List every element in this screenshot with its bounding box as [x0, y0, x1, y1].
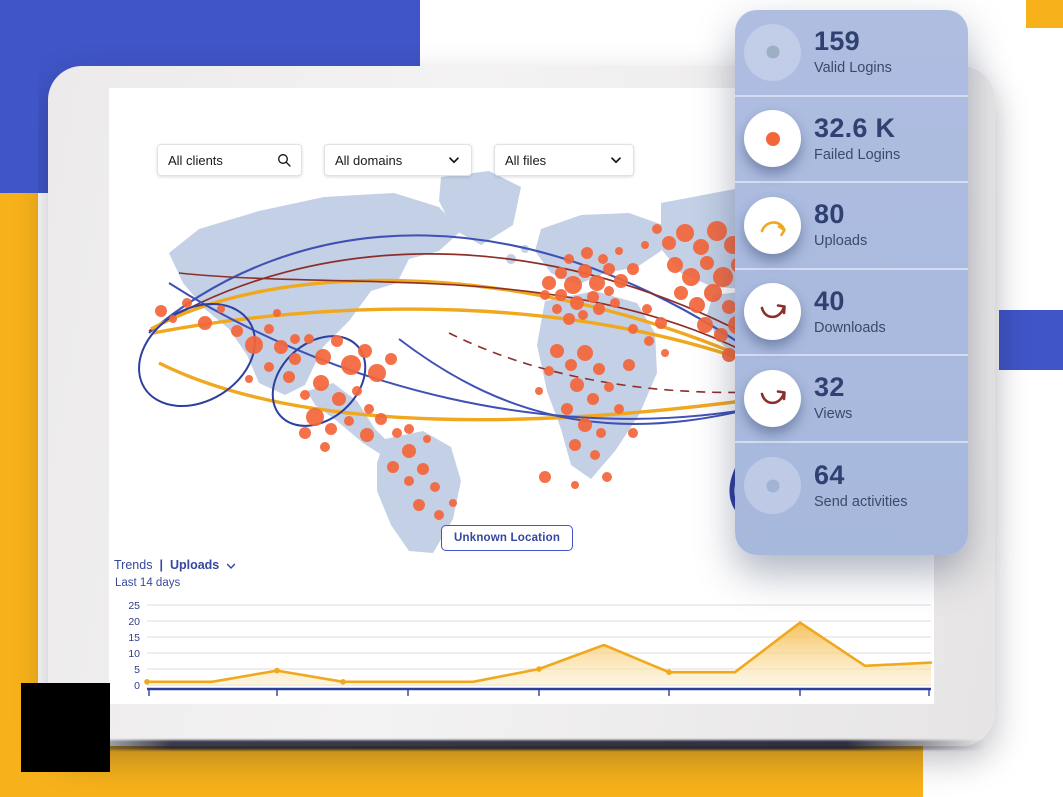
stat-value: 40 [814, 285, 845, 316]
file-filter-dropdown[interactable]: All files [494, 144, 634, 176]
client-filter-value: All clients [168, 152, 223, 168]
svg-text:5: 5 [134, 664, 140, 676]
stat-value: 64 [814, 459, 845, 490]
stat-value: 32.6 K [814, 112, 896, 143]
tablet-drop-shadow [60, 740, 985, 750]
stat-value: 80 [814, 199, 845, 230]
view-arrow-icon [744, 369, 801, 427]
file-filter-value: All files [505, 152, 547, 168]
domain-filter-value: All domains [335, 152, 403, 168]
decor-block-blue-right [999, 310, 1063, 370]
unknown-location-button[interactable]: Unknown Location [441, 525, 574, 551]
trends-date-range: Last 14 days [115, 577, 181, 589]
uploads-trend-chart: 25 20 15 10 5 0 [109, 600, 934, 704]
decor-block-black [21, 683, 110, 772]
stat-label: Send activities [814, 493, 908, 510]
chevron-down-icon[interactable] [447, 153, 461, 167]
svg-text:15: 15 [128, 632, 140, 644]
stat-row-failed-logins[interactable]: 32.6 K Failed Logins [735, 97, 968, 183]
dot-icon [744, 23, 801, 81]
chevron-down-icon[interactable] [609, 153, 623, 167]
decor-block-blue-left-strip [0, 0, 38, 193]
stat-label: Views [814, 406, 853, 423]
stat-label: Uploads [814, 233, 868, 250]
svg-text:10: 10 [128, 648, 140, 660]
stat-row-send-activities[interactable]: 64 Send activities [735, 443, 968, 530]
download-arrow-icon [744, 283, 801, 341]
upload-arrow-icon [744, 196, 801, 254]
svg-text:25: 25 [128, 600, 140, 612]
trends-title: Trends [114, 558, 153, 572]
dot-icon [744, 457, 801, 515]
stat-row-valid-logins[interactable]: 159 Valid Logins [735, 10, 968, 97]
chart-y-axis-labels: 25 20 15 10 5 0 [128, 600, 140, 692]
stat-label: Downloads [814, 319, 886, 336]
stat-row-uploads[interactable]: 80 Uploads [735, 183, 968, 270]
svg-text:20: 20 [128, 616, 140, 628]
svg-text:0: 0 [134, 680, 140, 692]
dot-icon [744, 110, 801, 168]
stat-value: 159 [814, 26, 860, 57]
decor-block-yellow-top-right [1026, 0, 1063, 28]
trends-metric-selector[interactable]: Uploads [170, 558, 219, 572]
domain-filter-dropdown[interactable]: All domains [324, 144, 472, 176]
search-icon[interactable] [277, 153, 291, 167]
trends-header: Trends | Uploads Last 14 days [114, 558, 236, 589]
activity-stats-panel: 159 Valid Logins 32.6 K Failed Logins 80… [735, 10, 968, 555]
client-filter-search[interactable]: All clients [157, 144, 302, 176]
stat-row-downloads[interactable]: 40 Downloads [735, 270, 968, 356]
trends-separator: | [159, 558, 163, 572]
stat-value: 32 [814, 372, 845, 403]
chevron-down-icon[interactable] [226, 560, 236, 570]
stat-label: Valid Logins [814, 60, 892, 77]
stat-label: Failed Logins [814, 146, 901, 163]
stat-row-views[interactable]: 32 Views [735, 356, 968, 443]
filter-bar: All clients All domains All files [157, 144, 634, 176]
